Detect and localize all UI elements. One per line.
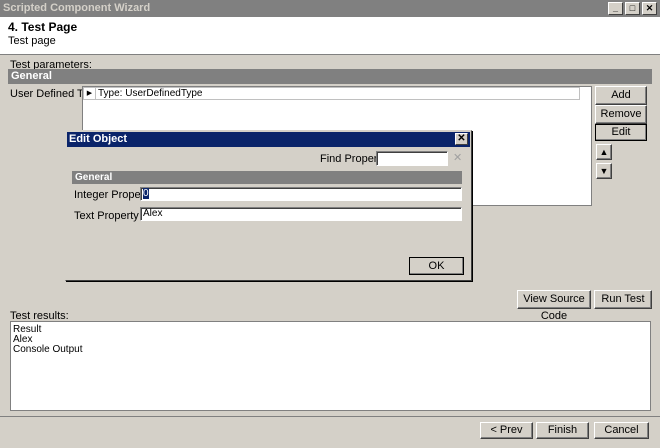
row-selector-icon: ▶ — [84, 88, 96, 99]
page-subtitle: Test page — [8, 35, 56, 47]
test-results-output[interactable]: Result Alex Console Output — [10, 321, 651, 411]
ok-button[interactable]: OK — [409, 257, 464, 275]
move-up-button[interactable]: ▲ — [596, 144, 612, 160]
list-item-label: Type: UserDefinedType — [98, 88, 203, 99]
integer-property-input[interactable]: 0 — [140, 187, 462, 201]
footer-divider — [0, 416, 660, 417]
wizard-header — [0, 17, 660, 55]
text-property-input[interactable]: Alex — [140, 207, 462, 221]
move-down-button[interactable]: ▼ — [596, 163, 612, 179]
result-line: Result — [13, 324, 42, 335]
integer-property-value: 0 — [143, 188, 149, 199]
find-properties-input[interactable] — [376, 151, 448, 166]
prev-button[interactable]: < Prev — [480, 422, 533, 439]
dialog-general-section: General — [72, 171, 462, 184]
minimize-button[interactable]: _ — [608, 2, 623, 15]
general-section-header: General — [8, 69, 652, 84]
finish-button[interactable]: Finish — [536, 422, 589, 439]
view-source-code-button[interactable]: View Source Code — [517, 290, 591, 322]
window-title-bar: Scripted Component Wizard _ □ ✕ — [0, 0, 660, 17]
clear-search-icon[interactable]: ✕ — [453, 151, 462, 164]
window-title: Scripted Component Wizard — [3, 2, 151, 14]
remove-button[interactable]: Remove — [595, 105, 647, 124]
list-item[interactable]: ▶ Type: UserDefinedType — [83, 87, 580, 100]
run-test-button[interactable]: Run Test — [594, 290, 652, 309]
dialog-close-button[interactable]: ✕ — [455, 133, 468, 145]
add-button[interactable]: Add — [595, 86, 647, 105]
result-line: Console Output — [13, 344, 83, 355]
cancel-button[interactable]: Cancel — [594, 422, 649, 439]
edit-button[interactable]: Edit — [595, 124, 647, 141]
dialog-title: Edit Object — [69, 133, 128, 145]
edit-object-dialog: Edit Object ✕ Find Properties ✕ General … — [65, 130, 472, 281]
maximize-button[interactable]: □ — [625, 2, 640, 15]
page-title: 4. Test Page — [8, 20, 78, 34]
text-property-label: Text Property — [74, 210, 139, 222]
result-line: Alex — [13, 334, 33, 345]
close-button[interactable]: ✕ — [642, 2, 657, 15]
dialog-title-bar: Edit Object ✕ — [67, 132, 470, 147]
